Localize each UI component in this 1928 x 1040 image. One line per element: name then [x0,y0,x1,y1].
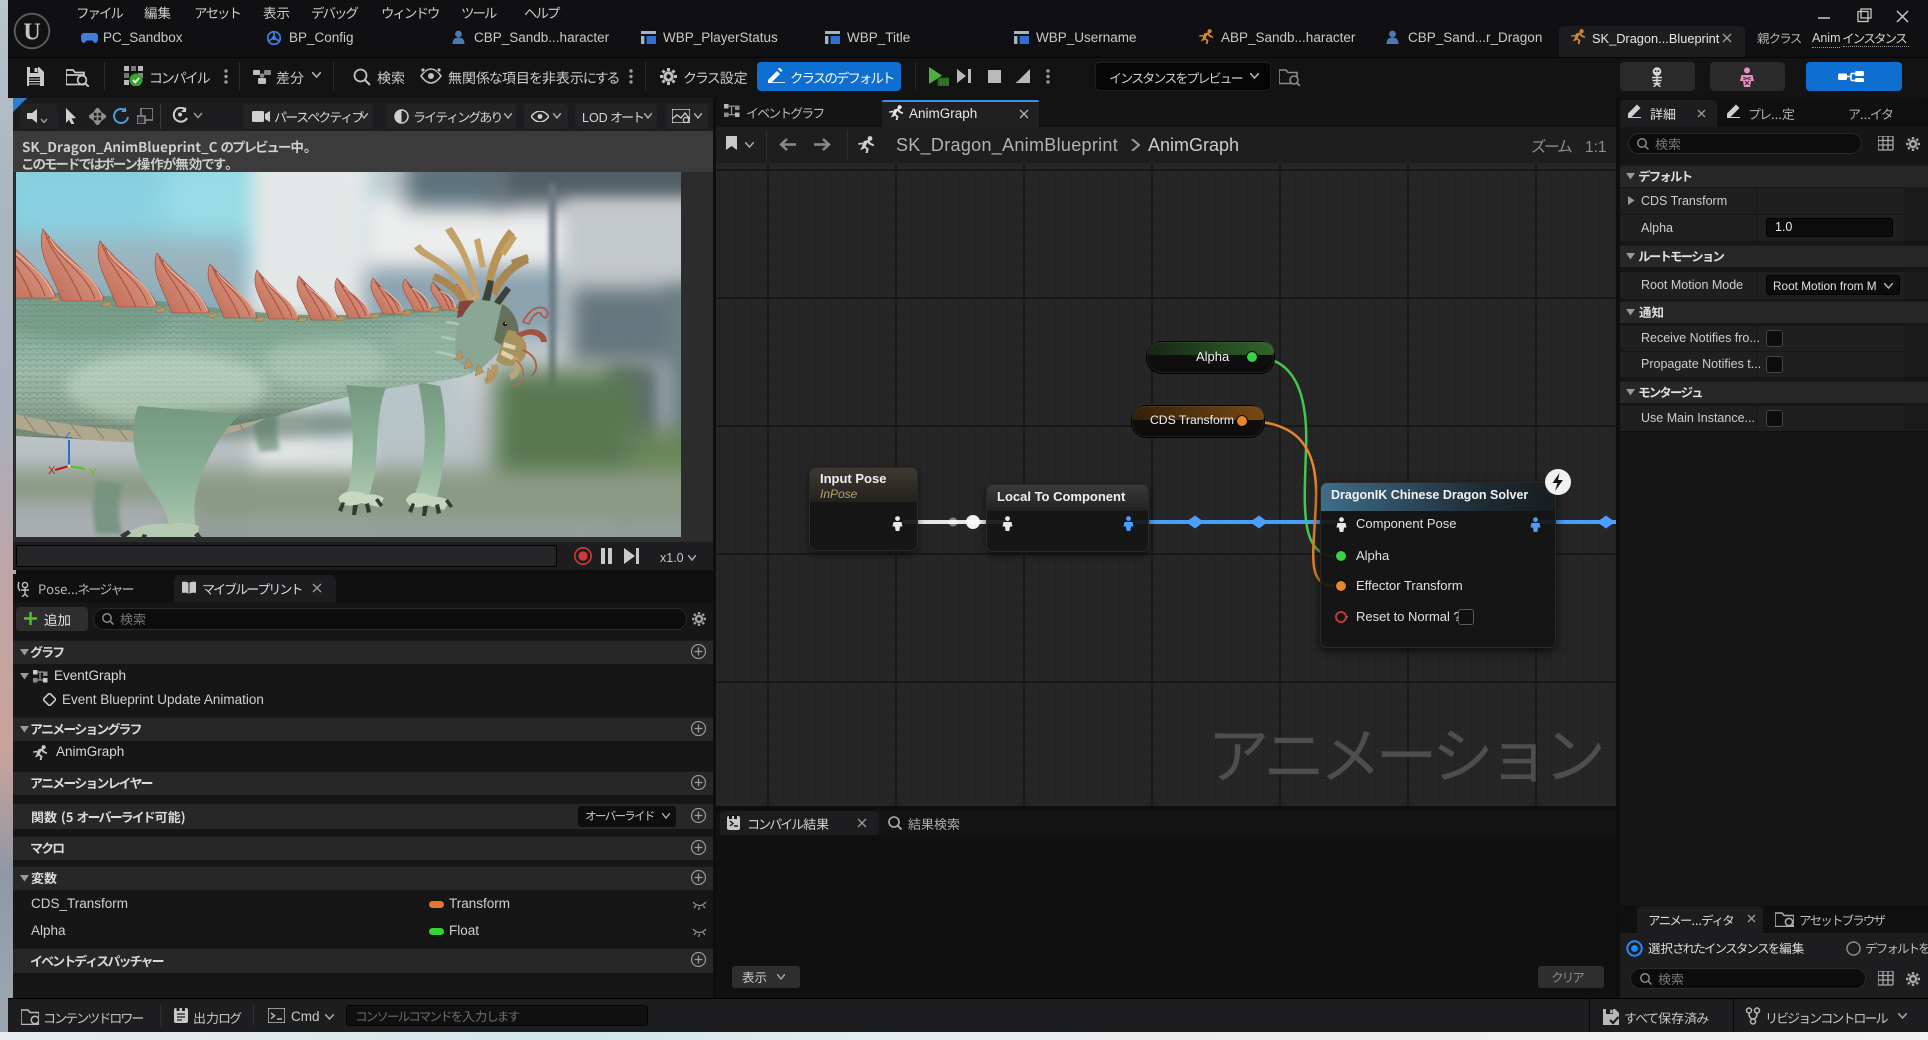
svg-text:Z: Z [65,432,72,441]
svg-text:Y: Y [89,467,97,479]
svg-text:U: U [23,20,40,46]
svg-text:X: X [48,465,56,477]
